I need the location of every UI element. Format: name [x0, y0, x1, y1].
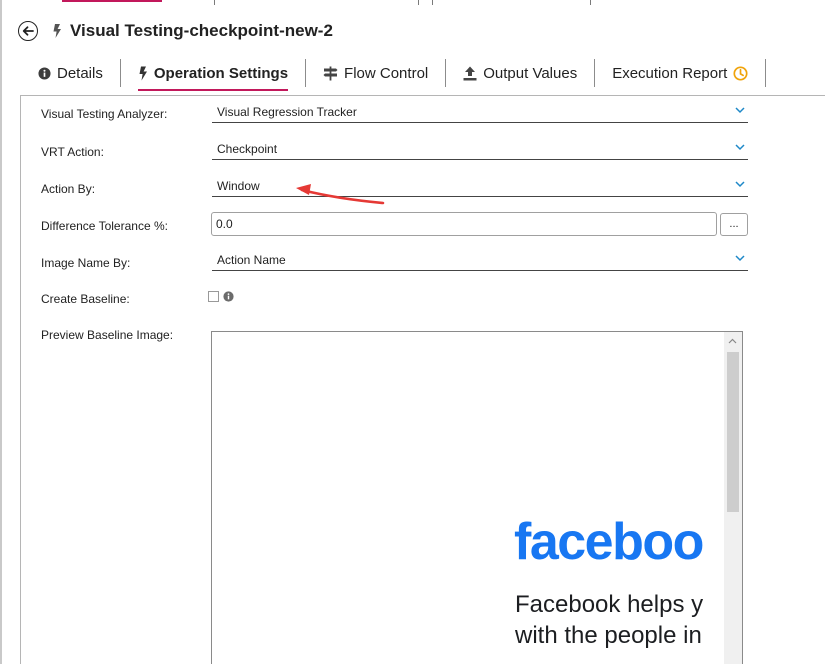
vrt-action-value: Checkpoint	[217, 142, 278, 156]
scrollbar-thumb[interactable]	[727, 352, 739, 512]
preview-tagline-2: with the people in	[515, 622, 702, 649]
preview-baseline-label: Preview Baseline Image:	[41, 328, 174, 342]
info-icon	[38, 66, 51, 80]
tab-divider	[765, 59, 767, 87]
create-baseline-checkbox[interactable]	[208, 291, 219, 302]
tolerance-browse-button[interactable]: ...	[720, 213, 748, 236]
tab-execution-report-label: Execution Report	[612, 64, 728, 82]
facebook-logo: faceboo	[514, 513, 704, 571]
tab-details[interactable]: Details	[20, 58, 120, 88]
chevron-down-icon	[735, 107, 745, 114]
info-icon[interactable]	[223, 291, 234, 302]
action-by-label: Action By:	[41, 182, 96, 196]
baseline-screenshot: faceboo Facebook helps y with the people…	[212, 332, 726, 664]
divider-tick	[214, 0, 215, 5]
vrt-action-label: VRT Action:	[41, 145, 104, 159]
lightning-icon	[139, 66, 147, 80]
title-bar: Visual Testing-checkpoint-new-2	[18, 18, 333, 44]
lightning-icon	[53, 24, 61, 38]
chevron-down-icon	[735, 181, 745, 188]
tab-details-label: Details	[57, 64, 103, 82]
chevron-down-icon	[735, 255, 745, 262]
signpost-icon	[323, 66, 338, 80]
create-baseline-label: Create Baseline:	[41, 292, 130, 306]
image-name-by-value: Action Name	[217, 253, 286, 267]
image-name-by-label: Image Name By:	[41, 256, 131, 270]
analyzer-label: Visual Testing Analyzer:	[41, 107, 168, 121]
back-button[interactable]	[18, 21, 38, 41]
tab-output-values[interactable]: Output Values	[446, 58, 594, 88]
tolerance-input[interactable]: 0.0	[211, 212, 717, 236]
divider-tick	[590, 0, 591, 5]
action-by-select[interactable]: Window	[212, 178, 748, 197]
tab-flow-control[interactable]: Flow Control	[306, 58, 445, 88]
analyzer-value: Visual Regression Tracker	[217, 105, 357, 119]
tab-operation-settings-label: Operation Settings	[153, 64, 289, 82]
divider-tick	[432, 0, 433, 5]
clipped-tab-underline	[62, 0, 162, 2]
tab-output-values-label: Output Values	[483, 64, 578, 82]
tab-flow-control-label: Flow Control	[344, 64, 429, 82]
analyzer-select[interactable]: Visual Regression Tracker	[212, 104, 748, 123]
chevron-down-icon	[735, 144, 745, 151]
preview-tagline-1: Facebook helps y	[515, 591, 704, 618]
vrt-action-select[interactable]: Checkpoint	[212, 141, 748, 160]
tolerance-label: Difference Tolerance %:	[41, 219, 168, 233]
tab-operation-settings[interactable]: Operation Settings	[121, 58, 305, 91]
page-title: Visual Testing-checkpoint-new-2	[70, 21, 333, 40]
baseline-image-preview: faceboo Facebook helps y with the people…	[211, 331, 743, 664]
arrow-left-icon	[22, 26, 34, 36]
action-by-value: Window	[217, 179, 260, 193]
tab-bar: Details Operation Settings Flow Control …	[20, 58, 767, 91]
divider-tick	[418, 0, 419, 5]
left-window-edge	[0, 0, 2, 664]
upload-icon	[463, 66, 477, 80]
chevron-up-icon[interactable]	[728, 338, 737, 344]
image-name-by-select[interactable]: Action Name	[212, 252, 748, 271]
clock-icon	[733, 65, 748, 81]
tab-execution-report[interactable]: Execution Report	[595, 58, 765, 88]
top-clipped-strip	[0, 0, 825, 6]
preview-scrollbar[interactable]	[724, 332, 742, 664]
